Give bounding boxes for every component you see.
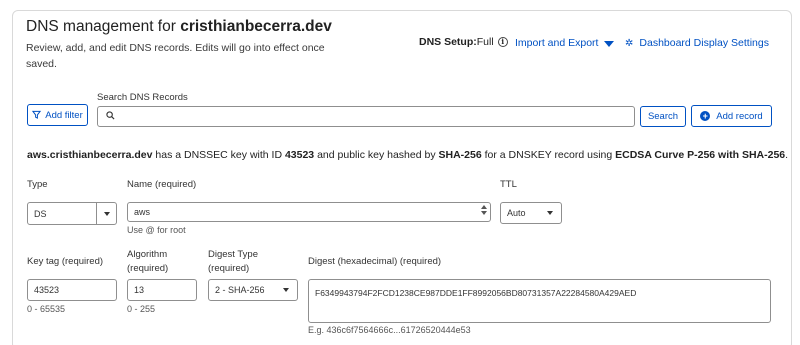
algorithm-label-line-2: (required) <box>127 263 169 274</box>
import-export-label: Import and Export <box>515 37 599 49</box>
algorithm-value: 13 <box>134 285 145 295</box>
title-prefix: DNS management for <box>26 18 181 35</box>
dnssec-algo: ECDSA Curve P-256 with SHA-256 <box>615 149 786 161</box>
algorithm-hint: 0 - 255 <box>127 304 156 314</box>
page-title: DNS management for cristhianbecerra.dev <box>26 18 332 36</box>
add-filter-button[interactable]: Add filter <box>27 104 88 126</box>
search-label: Search DNS Records <box>97 92 188 103</box>
gear-icon: ✲ <box>625 37 634 49</box>
filter-icon <box>32 110 42 121</box>
digest-type-label-line-2: (required) <box>208 263 250 274</box>
dnssec-hash: SHA-256 <box>438 149 482 161</box>
page-subtitle: Review, add, and edit DNS records. Edits… <box>26 42 325 70</box>
search-input[interactable] <box>121 111 621 122</box>
dnssec-text-3: for a DNSKEY record using <box>481 149 616 161</box>
key-tag-hint: 0 - 65535 <box>27 304 66 314</box>
resize-handle-icon[interactable] <box>481 205 487 215</box>
title-domain: cristhianbecerra.dev <box>180 18 332 35</box>
digest-value: F6349943794F2FCD1238CE987DDE1FF8992056BD… <box>315 288 637 298</box>
digest-label: Digest (hexadecimal) (required) <box>308 256 442 267</box>
chevron-down-icon <box>547 211 553 215</box>
type-value: DS <box>34 208 47 219</box>
info-icon[interactable]: i <box>497 37 508 47</box>
dnssec-text-2: and public key hashed by <box>314 149 439 161</box>
caret-down-icon <box>604 40 615 47</box>
dashboard-display-settings-link[interactable]: ✲ Dashboard Display Settings <box>625 37 769 49</box>
digest-type-label: Digest Type (required) <box>208 248 258 276</box>
digest-textarea[interactable]: F6349943794F2FCD1238CE987DDE1FF8992056BD… <box>308 279 771 323</box>
type-select-toggle[interactable] <box>96 203 116 224</box>
search-icon <box>106 110 115 123</box>
dnssec-text-1: has a DNSSEC key with ID <box>152 149 285 161</box>
add-record-button[interactable]: + Add record <box>691 105 772 127</box>
algorithm-input[interactable]: 13 <box>127 279 197 301</box>
type-label: Type <box>27 179 48 190</box>
digest-hint: E.g. 436c6f7564666c...61726520444e53 <box>308 325 471 335</box>
ttl-select[interactable]: Auto <box>500 202 562 224</box>
import-export-dropdown[interactable]: Import and Export <box>515 37 615 49</box>
dnssec-info-text: aws.cristhianbecerra.dev has a DNSSEC ke… <box>27 149 788 161</box>
dnssec-text-4: . <box>785 149 789 161</box>
algorithm-label-line-1: Algorithm <box>127 249 168 260</box>
search-button[interactable]: Search <box>640 106 686 127</box>
dnssec-zone: aws.cristhianbecerra.dev <box>27 149 153 161</box>
name-field[interactable]: aws <box>127 202 491 222</box>
key-tag-label: Key tag (required) <box>27 256 104 267</box>
ttl-label: TTL <box>500 179 517 190</box>
chevron-down-icon <box>103 211 110 216</box>
key-tag-value: 43523 <box>34 285 60 295</box>
add-filter-label: Add filter <box>45 109 83 121</box>
dns-setup-value: Full <box>476 36 494 48</box>
dns-setup-label: DNS Setup: <box>419 36 477 48</box>
digest-type-value: 2 - SHA-256 <box>215 285 265 295</box>
dns-setup-status: DNS Setup: Full i <box>419 36 508 48</box>
name-hint: Use @ for root <box>127 225 186 235</box>
dnssec-key-id: 43523 <box>284 149 315 161</box>
search-field[interactable] <box>97 106 635 127</box>
add-record-label: Add record <box>716 110 763 122</box>
plus-circle-icon: + <box>700 111 711 121</box>
name-label: Name (required) <box>127 179 197 190</box>
chevron-down-icon <box>283 288 289 292</box>
ttl-value: Auto <box>507 208 526 218</box>
dashboard-settings-label: Dashboard Display Settings <box>639 37 769 49</box>
algorithm-label: Algorithm (required) <box>127 248 168 276</box>
name-value: aws <box>134 207 151 217</box>
digest-type-label-line-1: Digest Type <box>208 249 258 260</box>
type-select[interactable]: DS <box>27 202 117 225</box>
key-tag-input[interactable]: 43523 <box>27 279 117 301</box>
digest-type-select[interactable]: 2 - SHA-256 <box>208 279 298 301</box>
